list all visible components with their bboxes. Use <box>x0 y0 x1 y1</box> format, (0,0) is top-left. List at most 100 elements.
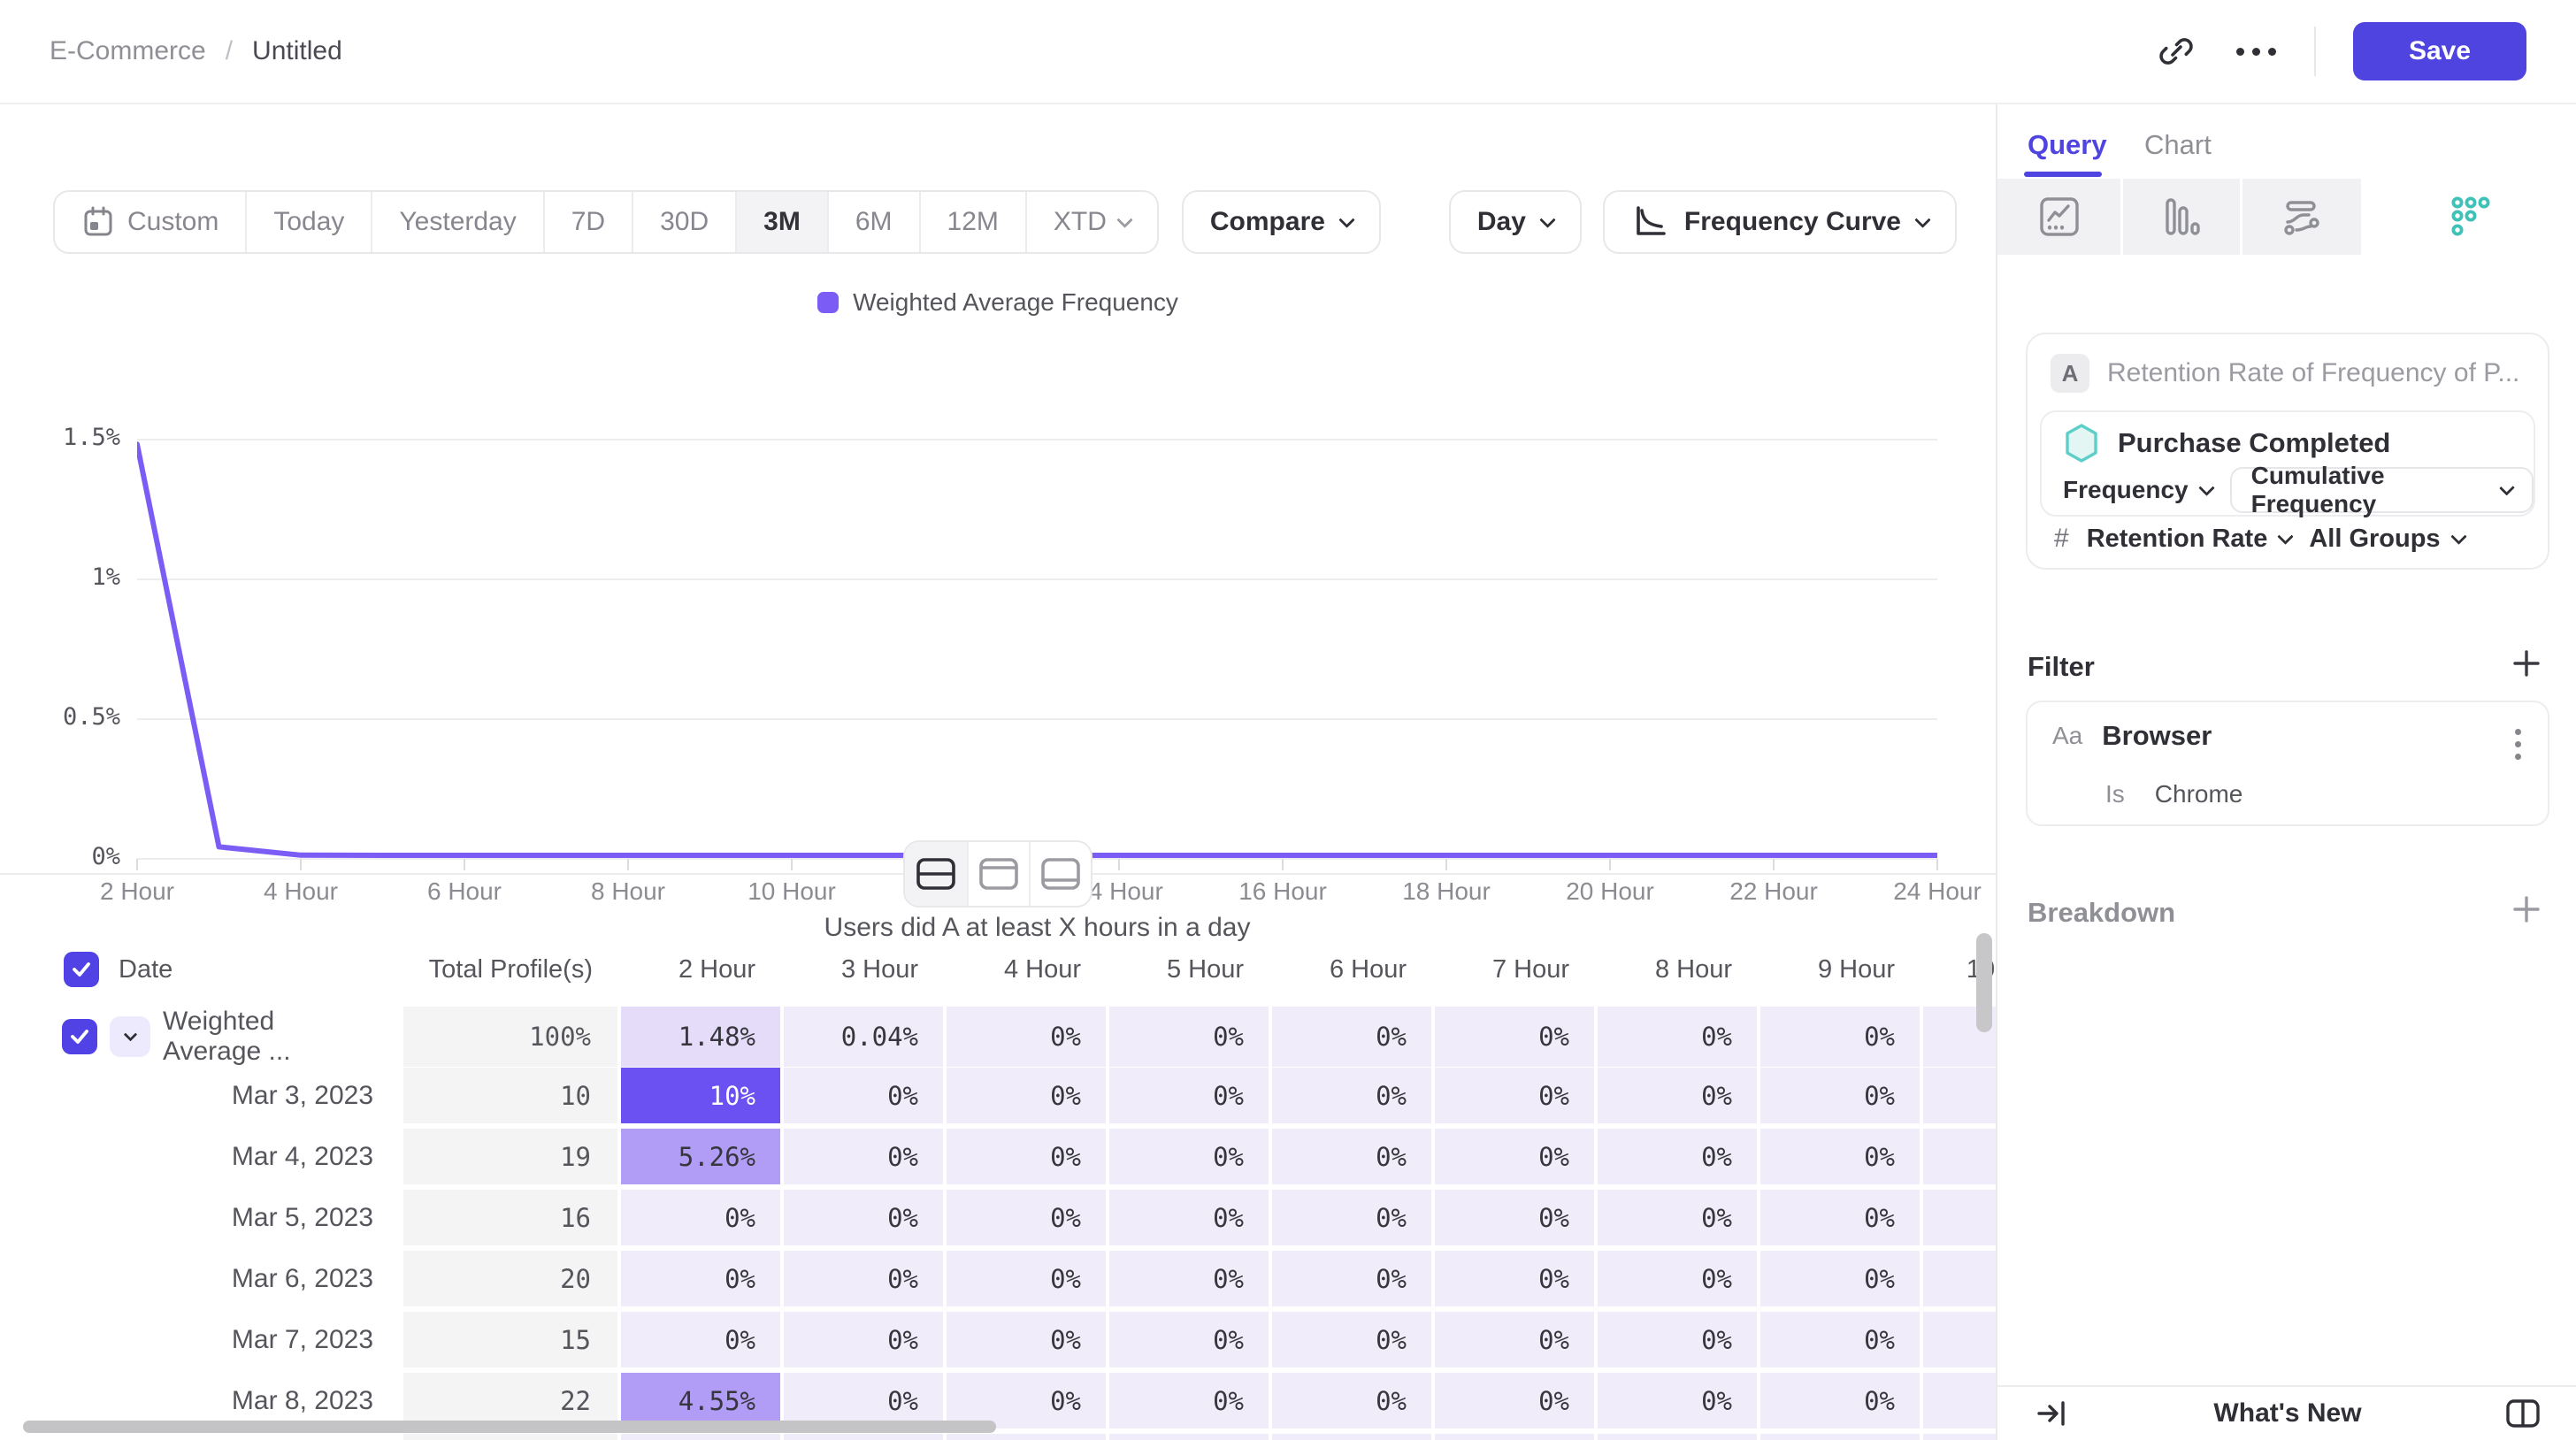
tab-bar-chart[interactable] <box>2123 179 2242 255</box>
add-breakdown-button[interactable] <box>2507 890 2546 929</box>
cell-value: 0% <box>887 1386 918 1416</box>
value-cell: 0% <box>1435 1190 1594 1245</box>
layout-split-view-button[interactable] <box>905 842 967 906</box>
measure-dropdown[interactable]: Frequency <box>2063 476 2212 504</box>
header-label: 6 Hour <box>1330 955 1407 984</box>
x-axis-tick <box>1936 859 1938 870</box>
range-button-7d[interactable]: 7D <box>543 192 632 252</box>
plus-icon <box>2510 647 2543 680</box>
filter-property[interactable]: Browser <box>2102 720 2212 752</box>
header-label: 4 Hour <box>1004 955 1081 984</box>
top-bar: E-Commerce / Untitled Save <box>0 0 2576 104</box>
toggle-panel-button[interactable] <box>2502 1392 2544 1435</box>
cell-value: 0% <box>1864 1081 1895 1111</box>
range-button-xtd[interactable]: XTD <box>1025 192 1157 252</box>
more-options-button[interactable] <box>2235 30 2277 73</box>
value-cell: 0% <box>1109 1129 1269 1184</box>
table-row[interactable] <box>53 1434 1996 1440</box>
value-cell: 0% <box>947 1251 1106 1306</box>
copy-link-button[interactable] <box>2155 30 2197 73</box>
cell-value: 0% <box>1864 1386 1895 1416</box>
compare-button[interactable]: Compare <box>1182 190 1381 254</box>
table-vertical-scrollbar[interactable] <box>1976 933 1992 1032</box>
filter-kebab-menu[interactable] <box>2511 725 2525 763</box>
chevron-down-icon <box>1539 211 1555 227</box>
filter-value[interactable]: Chrome <box>2155 780 2243 808</box>
date-range-segmented-control: Custom TodayYesterday7D30D3M6M12MXTD <box>53 190 1159 254</box>
collapse-sidebar-button[interactable] <box>2031 1392 2074 1435</box>
range-button-3m[interactable]: 3M <box>735 192 827 252</box>
x-axis-tick <box>136 859 138 870</box>
table-row[interactable]: Mar 6, 2023200%0%0%0%0%0%0%0%0% <box>53 1251 1996 1306</box>
table-row[interactable]: Mar 3, 20231010%0%0%0%0%0%0%0%0% <box>53 1068 1996 1123</box>
tab-flows[interactable] <box>2242 179 2364 255</box>
value-cell: 0% <box>1435 1251 1594 1306</box>
groups-dropdown[interactable]: All Groups <box>2309 525 2464 554</box>
value-cell: 0% <box>1272 1007 1431 1067</box>
range-button-yesterday[interactable]: Yesterday <box>371 192 542 252</box>
value-cell: 0% <box>621 1251 780 1306</box>
layout-chart-only-button[interactable] <box>967 842 1029 906</box>
series-title[interactable]: Retention Rate of Frequency of P... <box>2107 358 2519 388</box>
cell-value: 0% <box>1050 1022 1081 1052</box>
split-view-icon <box>916 857 956 891</box>
value-cell: 0% <box>1760 1007 1920 1067</box>
event-name[interactable]: Purchase Completed <box>2118 427 2390 459</box>
layout-table-only-button[interactable] <box>1029 842 1091 906</box>
cell-value: 0% <box>1538 1386 1569 1416</box>
value-cell: 0% <box>947 1312 1106 1367</box>
chart-type-dropdown[interactable]: Frequency Curve <box>1603 190 1957 254</box>
value-cell: 0% <box>1272 1068 1431 1123</box>
breadcrumb-parent[interactable]: E-Commerce <box>50 36 206 66</box>
table-row[interactable]: Mar 7, 2023150%0%0%0%0%0%0%0%0% <box>53 1312 1996 1367</box>
tab-insights-line-chart[interactable] <box>1997 179 2123 255</box>
row-checkbox[interactable] <box>62 1019 97 1054</box>
chart-type-label: Frequency Curve <box>1684 207 1901 237</box>
save-button[interactable]: Save <box>2353 22 2526 80</box>
chart-legend[interactable]: Weighted Average Frequency <box>0 288 1996 317</box>
value-cell: 0% <box>1435 1129 1594 1184</box>
chart-canvas[interactable] <box>137 439 1937 862</box>
value-cell: 0% <box>1598 1312 1757 1367</box>
granularity-label: Day <box>1477 207 1526 237</box>
granularity-dropdown[interactable]: Day <box>1449 190 1582 254</box>
x-axis-tick-label: 10 Hour <box>710 877 873 906</box>
range-button-custom[interactable]: Custom <box>55 192 245 252</box>
table-row[interactable]: Weighted Average ...100%1.48%0.04%0%0%0%… <box>53 1007 1996 1062</box>
cell-value: 0% <box>1376 1142 1407 1172</box>
range-label: Custom <box>127 207 218 237</box>
cell-value: 0% <box>724 1325 755 1355</box>
value-cell: 0% <box>784 1129 943 1184</box>
y-axis-tick-label: 0% <box>32 843 120 870</box>
measure-mode-label: Cumulative Frequency <box>2251 462 2489 518</box>
value-cell: 0% <box>1272 1190 1431 1245</box>
whats-new-button[interactable]: What's New <box>2074 1398 2502 1429</box>
select-all-checkbox[interactable] <box>64 952 99 987</box>
range-button-today[interactable]: Today <box>245 192 371 252</box>
tab-query[interactable]: Query <box>2028 129 2107 161</box>
cell-value: 0% <box>1701 1264 1732 1294</box>
range-button-12m[interactable]: 12M <box>919 192 1025 252</box>
aggregation-dropdown[interactable]: Retention Rate <box>2087 525 2292 554</box>
tab-chart[interactable]: Chart <box>2144 129 2212 161</box>
breadcrumb-current[interactable]: Untitled <box>252 36 342 66</box>
add-filter-button[interactable] <box>2507 644 2546 683</box>
table-row[interactable]: Mar 4, 2023195.26%0%0%0%0%0%0%0%0% <box>53 1129 1996 1184</box>
expand-row-button[interactable] <box>110 1016 150 1057</box>
event-card: Purchase Completed Frequency Cumulative … <box>2040 410 2535 517</box>
range-button-30d[interactable]: 30D <box>632 192 735 252</box>
range-button-6m[interactable]: 6M <box>827 192 919 252</box>
date-cell <box>53 1434 400 1440</box>
x-axis-tick <box>1773 859 1775 870</box>
table-horizontal-scrollbar[interactable] <box>23 1421 996 1433</box>
frequency-dots-icon <box>2449 195 2493 239</box>
filter-card[interactable]: Aa Browser Is Chrome <box>2026 701 2549 826</box>
value-cell: 0% <box>784 1068 943 1123</box>
tab-frequency[interactable] <box>2364 179 2576 255</box>
total-profiles-cell: 20 <box>403 1251 617 1306</box>
filter-operator[interactable]: Is <box>2105 780 2125 808</box>
value-cell: 0% <box>1923 1312 1996 1367</box>
measure-mode-dropdown[interactable]: Cumulative Frequency <box>2230 467 2534 513</box>
value-cell: 0% <box>947 1190 1106 1245</box>
table-row[interactable]: Mar 5, 2023160%0%0%0%0%0%0%0%0% <box>53 1190 1996 1245</box>
